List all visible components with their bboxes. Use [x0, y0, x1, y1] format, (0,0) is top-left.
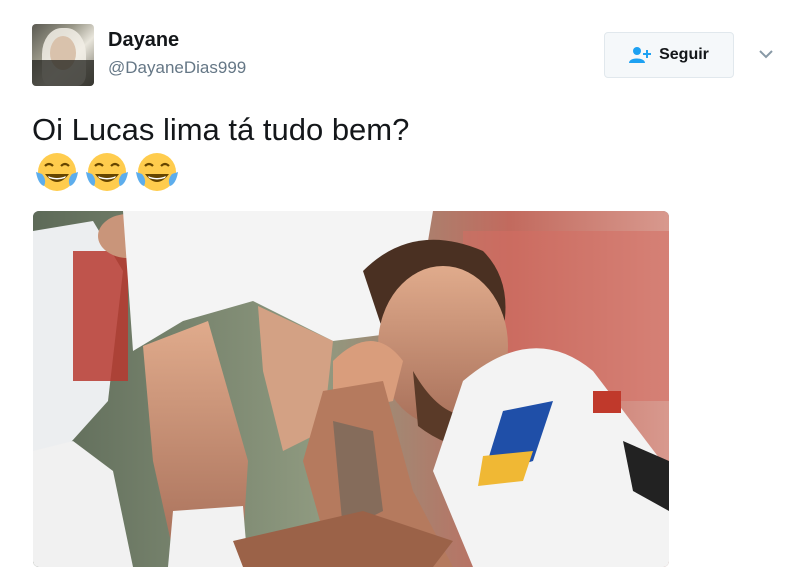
user-plus-icon: [629, 47, 652, 63]
follow-button-label: Seguir: [659, 46, 709, 63]
face-with-tears-of-joy-icon: [36, 153, 78, 191]
tweet-text: Oi Lucas lima tá tudo bem?: [32, 112, 410, 147]
emoji-row: [34, 150, 180, 196]
user-handle[interactable]: @DayaneDias999: [108, 58, 246, 78]
face-with-tears-of-joy-icon: [136, 153, 178, 191]
face-with-tears-of-joy-icon: [86, 153, 128, 191]
avatar[interactable]: [32, 24, 94, 86]
tweet-photo[interactable]: [33, 211, 669, 567]
follow-button[interactable]: Seguir: [604, 32, 734, 78]
chevron-down-icon[interactable]: [756, 44, 776, 64]
user-name[interactable]: Dayane: [108, 29, 179, 52]
avatar-shadow: [32, 60, 94, 86]
soccer-player-crying-photo: [33, 211, 669, 567]
